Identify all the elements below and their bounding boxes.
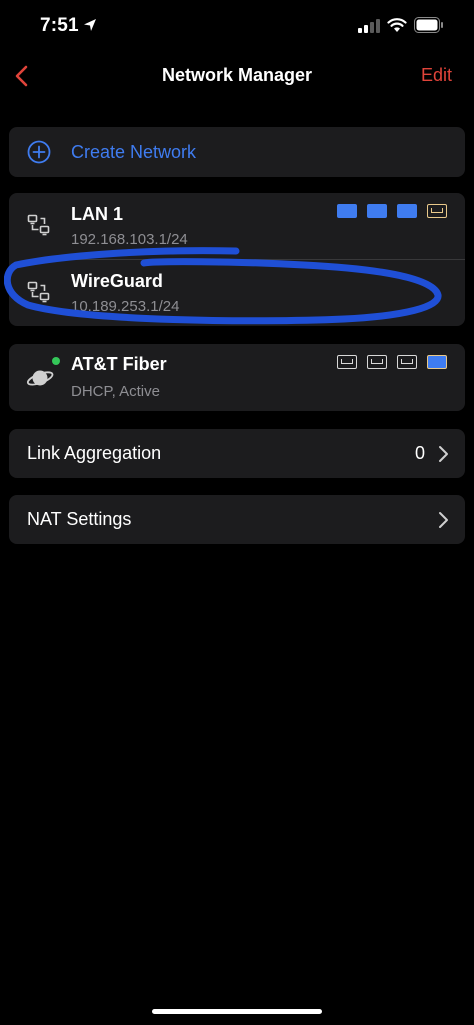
cellular-signal-icon — [358, 19, 380, 33]
planet-icon — [26, 370, 54, 386]
status-dot — [52, 357, 60, 365]
location-arrow-icon — [84, 19, 96, 31]
port-active-icon — [427, 355, 447, 369]
port-active-icon — [397, 204, 417, 218]
wan-name: AT&T Fiber — [71, 354, 167, 374]
port-active-icon — [367, 204, 387, 218]
network-row-wireguard[interactable]: WireGuard 10.189.253.1/24 — [9, 260, 465, 326]
port-ethernet-icon — [427, 204, 447, 218]
network-name: LAN 1 — [71, 204, 124, 224]
network-subnet: 192.168.103.1/24 — [71, 231, 188, 248]
plus-circle-icon — [27, 140, 51, 164]
lan-network-icon — [27, 281, 50, 303]
create-network-button[interactable]: Create Network — [9, 127, 465, 177]
chevron-right-icon — [439, 446, 448, 462]
edit-button[interactable]: Edit — [421, 65, 452, 86]
port-ethernet-icon — [367, 355, 387, 369]
wan-row-att-fiber[interactable]: AT&T Fiber DHCP, Active — [9, 344, 465, 411]
link-aggregation-row[interactable]: Link Aggregation 0 — [9, 429, 465, 478]
nat-settings-label: NAT Settings — [27, 509, 132, 529]
home-indicator[interactable] — [152, 1009, 322, 1014]
network-row-lan1[interactable]: LAN 1 192.168.103.1/24 — [9, 193, 465, 260]
battery-icon — [414, 17, 443, 33]
network-subnet: 10.189.253.1/24 — [71, 298, 180, 315]
port-indicators — [337, 204, 447, 218]
port-active-icon — [337, 204, 357, 218]
wan-status: DHCP, Active — [71, 383, 160, 400]
link-aggregation-count: 0 — [414, 443, 425, 463]
chevron-right-icon — [439, 512, 448, 528]
lan-network-icon — [27, 214, 50, 236]
nat-settings-row[interactable]: NAT Settings — [9, 495, 465, 544]
networks-list: LAN 1 192.168.103.1/24 WireGuard 10.189.… — [9, 193, 465, 326]
network-name: WireGuard — [71, 271, 163, 291]
port-ethernet-icon — [397, 355, 417, 369]
port-ethernet-icon — [337, 355, 357, 369]
port-indicators — [337, 355, 447, 369]
status-time: 7:51 — [40, 15, 79, 36]
create-network-label: Create Network — [71, 142, 197, 162]
page-title: Network Manager — [161, 65, 313, 85]
link-aggregation-label: Link Aggregation — [27, 443, 162, 463]
status-bar: 7:51 — [0, 0, 474, 54]
wifi-icon — [387, 18, 407, 32]
